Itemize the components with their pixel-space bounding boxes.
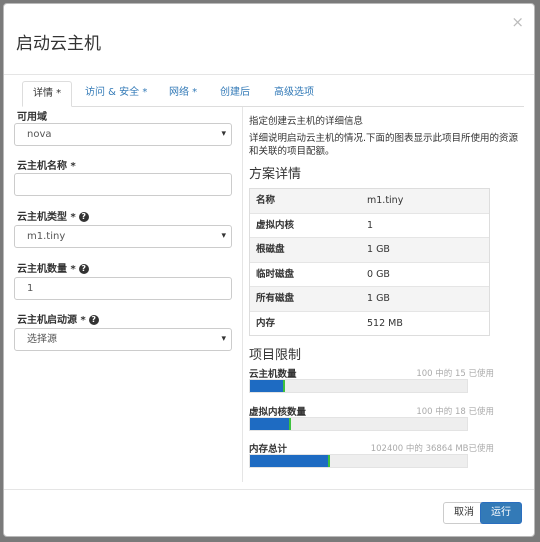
- help-icon[interactable]: ?: [78, 212, 89, 222]
- availability-zone-select[interactable]: nova ▾: [14, 123, 232, 146]
- table-row: 内存 512 MB: [250, 310, 489, 336]
- close-icon[interactable]: ×: [511, 13, 524, 31]
- instance-name-input[interactable]: [14, 173, 232, 196]
- table-row: 所有磁盘 1 GB: [250, 286, 489, 311]
- instance-count-label-text: 云主机数量: [17, 264, 67, 275]
- instance-name-label-text: 云主机名称: [17, 161, 67, 172]
- row-value: 1 GB: [367, 244, 390, 255]
- row-value: 512 MB: [367, 317, 403, 329]
- table-row: 虚拟内核 1: [250, 212, 489, 238]
- project-limits-title: 项目限制: [249, 348, 302, 363]
- help-icon[interactable]: ?: [78, 264, 89, 274]
- availability-zone-value: nova: [27, 129, 52, 140]
- flavor-select[interactable]: m1.tiny ▾: [14, 225, 232, 248]
- table-row: 临时磁盘 0 GB: [250, 261, 489, 287]
- table-row: 根磁盘 1 GB: [250, 237, 489, 262]
- row-key: 所有磁盘: [256, 293, 295, 304]
- boot-source-select[interactable]: 选择源 ▾: [14, 328, 232, 351]
- tab-access-security[interactable]: 访问 & 安全 *: [75, 81, 157, 106]
- row-key: 虚拟内核: [256, 219, 295, 231]
- quota-label: 内存总计: [249, 444, 288, 455]
- quota-label: 虚拟内核数量: [249, 407, 307, 418]
- quota-usage-text: 102400 中的 36864 MB已使用: [370, 444, 494, 454]
- help-icon[interactable]: ?: [88, 315, 99, 325]
- tab-networking[interactable]: 网络 *: [159, 81, 207, 106]
- dialog-footer: 取消 运行: [4, 489, 534, 536]
- row-key: 名称: [256, 195, 276, 206]
- required-mark: *: [77, 315, 86, 326]
- quota-bar-fill: [250, 455, 331, 467]
- row-key: 根磁盘: [256, 244, 285, 255]
- required-mark: *: [67, 161, 76, 172]
- info-heading: 指定创建云主机的详细信息: [249, 116, 364, 127]
- flavor-details-table: 名称 m1.tiny 虚拟内核 1 根磁盘 1 GB 临时磁盘 0 GB 所有磁盘 1 G…: [249, 188, 490, 336]
- flavor-label-text: 云主机类型: [17, 212, 67, 223]
- chevron-down-icon: ▾: [221, 231, 226, 241]
- quota-bar-fill: [250, 380, 285, 392]
- cancel-button[interactable]: 取消: [443, 502, 485, 524]
- tab-bar: 详情 * 访问 & 安全 * 网络 * 创建后 高级选项: [22, 81, 524, 107]
- flavor-details-title: 方案详情: [249, 167, 302, 182]
- boot-source-label: 云主机启动源 *?: [17, 311, 99, 326]
- dialog-title: 启动云主机: [16, 34, 101, 54]
- dialog-header: 启动云主机 ×: [4, 4, 534, 75]
- row-value: 1: [367, 219, 374, 231]
- required-mark: *: [67, 264, 76, 275]
- quota-bar-instances: [249, 379, 468, 393]
- quota-usage-text: 100 中的 15 已使用: [416, 369, 494, 379]
- row-key: 临时磁盘: [256, 268, 295, 280]
- quota-label: 云主机数量: [249, 369, 297, 380]
- boot-source-label-text: 云主机启动源: [17, 315, 77, 326]
- required-mark: *: [67, 212, 76, 223]
- instance-name-label: 云主机名称 *: [17, 157, 76, 172]
- instance-count-label: 云主机数量 *?: [17, 260, 89, 275]
- launch-button[interactable]: 运行: [480, 502, 522, 524]
- quota-bar-memory: [249, 454, 468, 468]
- tab-post-creation[interactable]: 创建后: [210, 81, 260, 106]
- flavor-label: 云主机类型 *?: [17, 208, 89, 223]
- flavor-value: m1.tiny: [27, 231, 66, 242]
- chevron-down-icon: ▾: [221, 129, 226, 139]
- quota-bar-fill: [250, 418, 292, 430]
- quota-bar-vcpus: [249, 417, 468, 431]
- row-value: m1.tiny: [367, 195, 404, 206]
- quota-usage-text: 100 中的 18 已使用: [416, 407, 494, 417]
- instance-count-input[interactable]: 1: [14, 277, 232, 300]
- tab-advanced-options[interactable]: 高级选项: [264, 81, 324, 106]
- row-key: 内存: [256, 317, 276, 329]
- availability-zone-label: 可用域: [17, 112, 47, 123]
- details-panel: 指定创建云主机的详细信息 详细说明启动云主机的情况.下面的图表显示此项目所使用的…: [242, 107, 529, 482]
- info-description: 详细说明启动云主机的情况.下面的图表显示此项目所使用的资源和关联的项目配额。: [249, 133, 519, 157]
- boot-source-value: 选择源: [27, 334, 57, 345]
- chevron-down-icon: ▾: [221, 334, 226, 344]
- tab-details[interactable]: 详情 *: [22, 81, 73, 107]
- row-value: 1 GB: [367, 293, 390, 304]
- launch-instance-dialog: 启动云主机 × 详情 * 访问 & 安全 * 网络 * 创建后 高级选项 可用域…: [3, 3, 535, 537]
- table-row: 名称 m1.tiny: [250, 189, 489, 213]
- row-value: 0 GB: [367, 268, 390, 280]
